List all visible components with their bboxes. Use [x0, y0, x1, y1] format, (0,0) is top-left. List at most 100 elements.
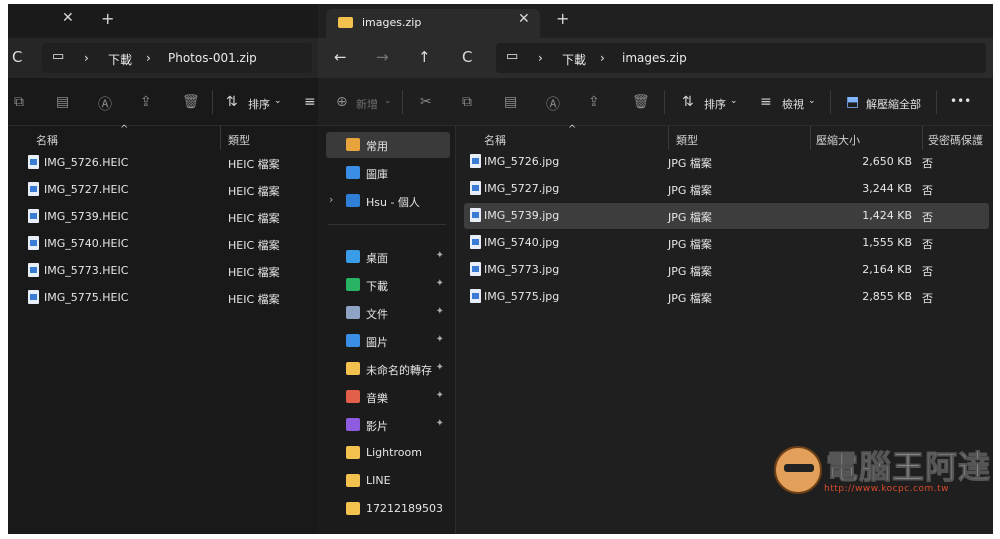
sidebar-item[interactable]: Lightroom	[326, 440, 450, 466]
file-row[interactable]: IMG_5739.jpg JPG 檔案 1,424 KB 否	[464, 203, 989, 229]
sidebar-item[interactable]: 下載 ✦	[326, 272, 450, 298]
column-divider[interactable]	[922, 126, 923, 150]
column-name[interactable]: 名稱	[484, 132, 506, 148]
column-divider[interactable]	[810, 126, 811, 150]
tab-images-zip[interactable]: images.zip ✕	[326, 9, 540, 38]
file-compressed-size: 2,164 KB	[862, 263, 912, 276]
file-type: JPG 檔案	[668, 265, 712, 278]
sidebar-item[interactable]: 圖片 ✦	[326, 328, 450, 354]
pin-icon[interactable]: ✦	[436, 390, 444, 401]
file-row[interactable]: IMG_5740.jpg JPG 檔案 1,555 KB 否	[464, 230, 989, 256]
file-row[interactable]: IMG_5726.jpg JPG 檔案 2,650 KB 否	[464, 149, 989, 175]
up-button[interactable]: ↑	[418, 48, 431, 66]
image-file-icon	[28, 155, 39, 169]
chevron-down-icon: ⌄	[384, 96, 392, 106]
chevron-right-icon[interactable]: ›	[329, 193, 333, 206]
pin-icon[interactable]: ✦	[436, 362, 444, 373]
image-file-icon	[470, 208, 481, 222]
delete-icon[interactable]: 🗑	[632, 94, 650, 110]
sidebar-item-label: 音樂	[366, 392, 388, 405]
file-row[interactable]: IMG_5775.jpg JPG 檔案 2,855 KB 否	[464, 284, 989, 310]
file-row[interactable]: IMG_5727.HEIC HEIC 檔案	[16, 177, 312, 203]
file-row[interactable]: IMG_5740.HEIC HEIC 檔案	[16, 231, 312, 257]
file-compressed-size: 3,244 KB	[862, 182, 912, 195]
rename-icon[interactable]: Ⓐ	[546, 94, 560, 114]
sidebar-item[interactable]: 未命名的轉存 ✦	[326, 356, 450, 382]
back-button[interactable]: ←	[334, 48, 347, 66]
sidebar-item[interactable]: 172121895032	[326, 496, 450, 522]
refresh-button[interactable]: C	[462, 48, 472, 66]
share-icon[interactable]: ⇪	[140, 94, 152, 110]
sidebar-item[interactable]: 常用	[326, 132, 450, 158]
file-row[interactable]: IMG_5775.HEIC HEIC 檔案	[16, 285, 312, 311]
sidebar-item[interactable]: 影片 ✦	[326, 412, 450, 438]
breadcrumb-downloads[interactable]: 下載	[108, 51, 132, 68]
more-options-button[interactable]: •••	[950, 94, 971, 108]
file-password-protected: 否	[922, 184, 933, 197]
computer-icon: ▭	[52, 49, 65, 64]
refresh-icon[interactable]: C	[12, 48, 22, 66]
cut-icon[interactable]: ✂	[420, 94, 432, 110]
sidebar-item-label: 圖片	[366, 336, 388, 349]
file-row[interactable]: IMG_5739.HEIC HEIC 檔案	[16, 204, 312, 230]
file-row[interactable]: IMG_5727.jpg JPG 檔案 3,244 KB 否	[464, 176, 989, 202]
view-button[interactable]: 檢視	[782, 96, 804, 112]
extract-all-button[interactable]: 解壓縮全部	[866, 96, 921, 112]
breadcrumb-zip[interactable]: Photos-001.zip	[168, 51, 257, 65]
sidebar-item[interactable]: 文件 ✦	[326, 300, 450, 326]
pin-icon[interactable]: ✦	[436, 306, 444, 317]
column-name[interactable]: 名稱	[36, 132, 58, 148]
breadcrumb-chevron-icon: ›	[146, 51, 151, 65]
address-bar[interactable]: ▭ › 下載 › Photos-001.zip	[42, 43, 312, 73]
column-password-protected[interactable]: 受密碼保護	[928, 132, 983, 148]
breadcrumb-zip[interactable]: images.zip	[622, 51, 687, 65]
pin-icon[interactable]: ✦	[436, 418, 444, 429]
view-icon[interactable]: ≡	[304, 94, 316, 110]
pin-icon[interactable]: ✦	[436, 334, 444, 345]
file-row[interactable]: IMG_5726.HEIC HEIC 檔案	[16, 150, 312, 176]
extract-icon: ⬒	[846, 94, 860, 110]
column-divider[interactable]	[220, 126, 221, 150]
copy-icon[interactable]: ⧉	[462, 94, 472, 110]
tab-close-button[interactable]: ✕	[518, 11, 530, 27]
sidebar-item[interactable]: 音樂 ✦	[326, 384, 450, 410]
column-compressed-size[interactable]: 壓縮大小	[816, 132, 860, 148]
file-row[interactable]: IMG_5773.HEIC HEIC 檔案	[16, 258, 312, 284]
file-type: HEIC 檔案	[228, 212, 280, 225]
delete-icon[interactable]: 🗑	[182, 94, 200, 110]
pin-icon[interactable]: ✦	[436, 278, 444, 289]
pin-icon[interactable]: ✦	[436, 250, 444, 261]
pictures-icon	[346, 334, 360, 347]
column-type[interactable]: 類型	[676, 132, 698, 148]
music-icon	[346, 390, 360, 403]
sort-button[interactable]: 排序	[704, 96, 726, 112]
sidebar-item[interactable]: 圖庫	[326, 160, 450, 186]
share-icon[interactable]: ⇪	[588, 94, 600, 110]
column-divider[interactable]	[668, 126, 669, 150]
breadcrumb-downloads[interactable]: 下載	[562, 51, 586, 68]
image-file-icon	[28, 263, 39, 277]
sidebar-item[interactable]: › Hsu - 個人	[326, 188, 450, 214]
file-row[interactable]: IMG_5773.jpg JPG 檔案 2,164 KB 否	[464, 257, 989, 283]
new-button[interactable]: 新增	[356, 96, 378, 112]
sidebar-item[interactable]: LINE	[326, 468, 450, 494]
file-name: IMG_5727.HEIC	[44, 183, 129, 196]
image-file-icon	[470, 262, 481, 276]
new-tab-button[interactable]: +	[556, 9, 569, 28]
copy-icon[interactable]: ⧉	[14, 94, 24, 110]
new-tab-button[interactable]: +	[101, 9, 114, 28]
sort-icon: ⇅	[226, 94, 238, 110]
forward-button[interactable]: →	[376, 48, 389, 66]
column-type[interactable]: 類型	[228, 132, 250, 148]
paste-icon[interactable]: ▤	[56, 94, 69, 110]
sort-button[interactable]: 排序	[248, 96, 270, 112]
address-bar[interactable]: ▭ › 下載 › images.zip	[496, 43, 986, 73]
folder-icon	[346, 446, 360, 459]
rename-icon[interactable]: Ⓐ	[98, 94, 112, 114]
tab-title: images.zip	[362, 16, 422, 29]
tab-close-button[interactable]: ✕	[62, 10, 74, 26]
paste-icon[interactable]: ▤	[504, 94, 517, 110]
image-file-icon	[28, 182, 39, 196]
sidebar-item[interactable]: 桌面 ✦	[326, 244, 450, 270]
toolbar-divider	[212, 90, 213, 114]
